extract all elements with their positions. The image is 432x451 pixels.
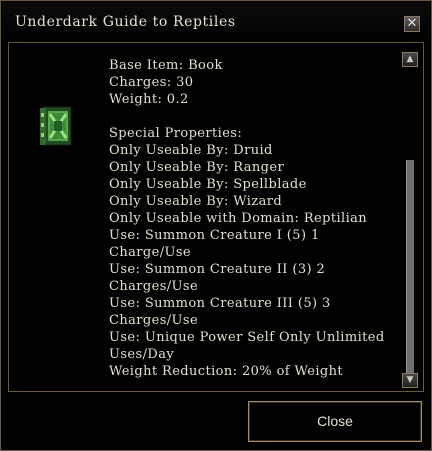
property-line: Charges/Use — [109, 313, 199, 328]
property-line: Uses/Day — [109, 347, 175, 362]
property-line: Only Useable with Domain: Reptilian — [109, 211, 368, 226]
description-panel: Base Item: Book Charges: 30 Weight: 0.2 … — [8, 42, 424, 392]
title-bar[interactable]: Underdark Guide to Reptiles ✕ — [2, 2, 430, 42]
weight-text: Weight: 0.2 — [109, 92, 189, 107]
green-book-icon — [40, 106, 72, 146]
close-button[interactable]: Close — [248, 401, 422, 442]
property-line: Charge/Use — [109, 245, 191, 260]
property-line: Only Useable By: Ranger — [109, 160, 285, 175]
scroll-down-button[interactable]: ▼ — [402, 373, 418, 388]
item-properties: Base Item: Book Charges: 30 Weight: 0.2 … — [109, 57, 399, 380]
close-icon[interactable]: ✕ — [404, 16, 420, 32]
vertical-scrollbar[interactable]: ▲ ▼ — [402, 52, 418, 388]
property-line: Weight Reduction: 20% of Weight — [109, 364, 344, 379]
base-item-text: Base Item: Book — [109, 58, 223, 73]
property-line: Only Useable By: Spellblade — [109, 177, 307, 192]
special-properties-header: Special Properties: — [109, 126, 243, 141]
property-line: Use: Unique Power Self Only Unlimited — [109, 330, 385, 345]
property-line: Only Useable By: Wizard — [109, 194, 283, 209]
scroll-thumb[interactable] — [406, 160, 414, 373]
window-title: Underdark Guide to Reptiles — [15, 14, 236, 30]
property-line: Charges/Use — [109, 279, 199, 294]
property-line: Use: Summon Creature I (5) 1 — [109, 228, 320, 243]
item-info-window: Underdark Guide to Reptiles ✕ Base Item:… — [0, 0, 432, 451]
property-line: Use: Summon Creature III (5) 3 — [109, 296, 331, 311]
property-line: Only Useable By: Druid — [109, 143, 273, 158]
property-line: Use: Summon Creature II (3) 2 — [109, 262, 326, 277]
charges-text: Charges: 30 — [109, 75, 194, 90]
scroll-up-button[interactable]: ▲ — [402, 52, 418, 67]
